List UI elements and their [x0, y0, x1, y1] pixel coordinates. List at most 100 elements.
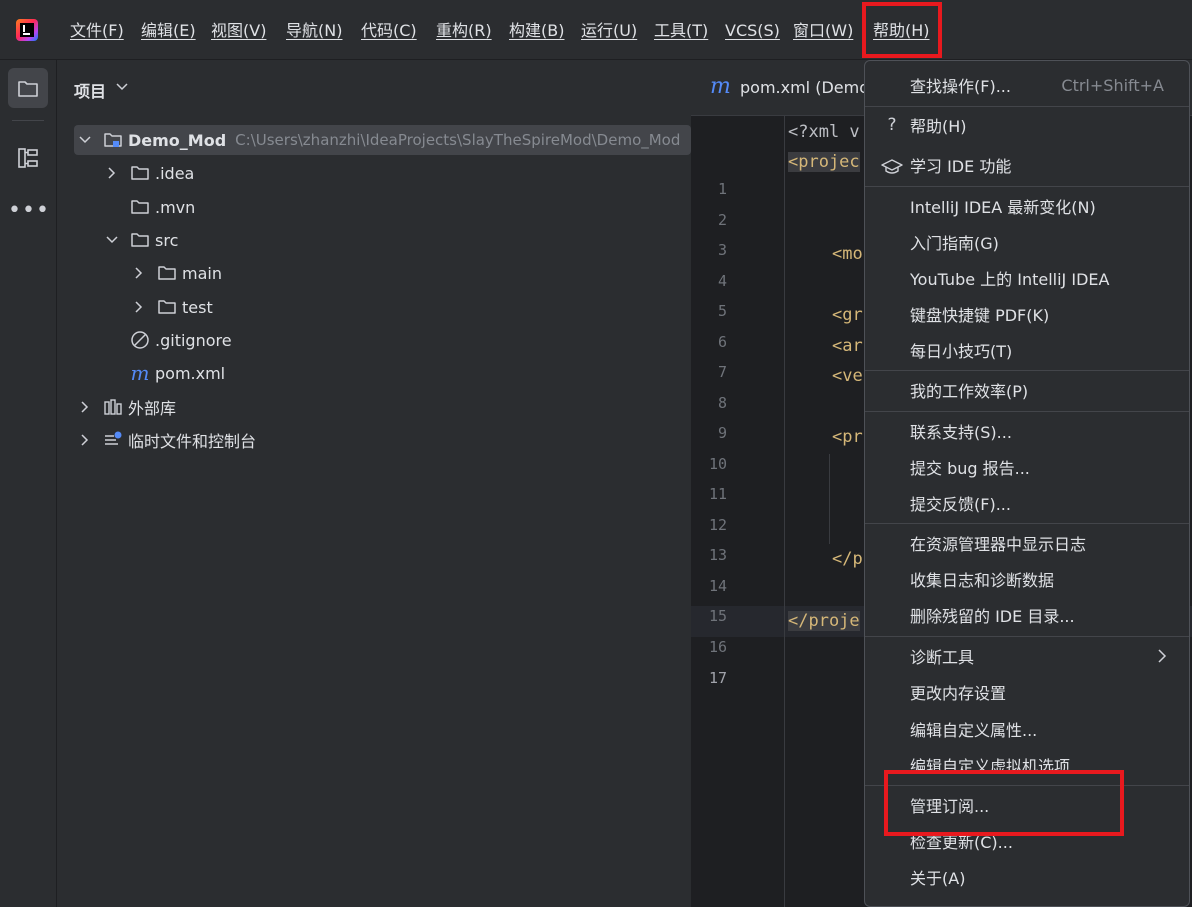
tree-item-label: pom.xml	[155, 363, 226, 383]
menu-item-submit-bug[interactable]: 提交 bug 报告...	[910, 458, 1030, 480]
tree-item-label: .idea	[155, 163, 195, 183]
editor-tab-pom-xml[interactable]: pom.xml (Demo	[740, 78, 869, 97]
line-number: 13	[708, 546, 727, 564]
help-menu-highlight-box	[862, 2, 942, 58]
menu-code[interactable]: 代码(C)	[361, 19, 417, 43]
line-number: 6	[717, 333, 727, 351]
line-number: 7	[717, 363, 727, 381]
menu-separator	[865, 370, 1189, 371]
menu-item-tip-of-day[interactable]: 每日小技巧(T)	[910, 341, 1012, 363]
menu-navigate[interactable]: 导航(N)	[286, 19, 342, 43]
menu-item-delete-leftover[interactable]: 删除残留的 IDE 目录...	[910, 606, 1075, 628]
menu-item-show-log[interactable]: 在资源管理器中显示日志	[910, 534, 1086, 556]
tree-item-idea[interactable]: .idea	[106, 158, 194, 188]
code-line[interactable]: </proje	[788, 611, 860, 631]
chevron-down-icon[interactable]	[79, 134, 91, 146]
indent-guide	[829, 454, 830, 544]
chevron-right-icon[interactable]	[133, 267, 145, 279]
menu-item-contact-support[interactable]: 联系支持(S)...	[910, 422, 1012, 444]
module-folder-icon	[103, 131, 123, 149]
project-tool-button[interactable]	[8, 68, 48, 108]
tree-item-external-libraries[interactable]: 外部库	[79, 392, 176, 422]
menu-item-submit-feedback[interactable]: 提交反馈(F)...	[910, 494, 1011, 516]
tree-item-label: test	[182, 297, 213, 317]
project-path: C:\Users\zhanzhi\IdeaProjects\SlayTheSpi…	[235, 131, 681, 149]
folder-icon	[130, 231, 150, 249]
menu-item-find-action[interactable]: 查找操作(F)...	[910, 76, 1011, 98]
menu-item-diagnostic-tools[interactable]: 诊断工具	[910, 647, 974, 669]
chevron-right-icon[interactable]	[79, 434, 91, 446]
menu-file[interactable]: 文件(F)	[70, 19, 124, 43]
menu-item-whats-new[interactable]: IntelliJ IDEA 最新变化(N)	[910, 197, 1096, 219]
chevron-down-icon[interactable]	[116, 82, 128, 92]
menu-item-productivity[interactable]: 我的工作效率(P)	[910, 381, 1028, 403]
folder-icon	[130, 164, 150, 182]
find-action-shortcut: Ctrl+Shift+A	[1061, 76, 1164, 95]
folder-icon	[130, 198, 150, 216]
code-line[interactable]: <ve	[832, 366, 863, 386]
tree-item-label: .mvn	[155, 197, 196, 217]
intellij-logo-icon[interactable]	[16, 19, 38, 41]
tree-item-scratches[interactable]: 临时文件和控制台	[79, 425, 256, 455]
tool-strip-separator	[12, 120, 44, 121]
tree-item-pom-xml[interactable]: m pom.xml	[106, 358, 226, 388]
menu-run[interactable]: 运行(U)	[581, 19, 637, 43]
menu-item-about[interactable]: 关于(A)	[910, 868, 965, 890]
menu-window[interactable]: 窗口(W)	[793, 19, 853, 43]
chevron-down-icon[interactable]	[106, 234, 118, 246]
chevron-right-icon[interactable]	[106, 167, 118, 179]
menu-separator	[865, 106, 1189, 107]
line-number: 5	[717, 302, 727, 320]
tree-item-src[interactable]: src	[106, 225, 178, 255]
maven-file-icon: m	[130, 361, 150, 385]
menu-vcs[interactable]: VCS(S)	[725, 19, 780, 43]
left-tool-strip: •••	[0, 60, 57, 907]
tree-item-label: 外部库	[128, 399, 177, 418]
line-number: 3	[717, 241, 727, 259]
menu-build[interactable]: 构建(B)	[509, 19, 564, 43]
scratches-icon	[103, 431, 123, 449]
tree-item-test[interactable]: test	[133, 292, 213, 322]
tree-item-mvn[interactable]: .mvn	[106, 192, 195, 222]
menu-separator	[865, 186, 1189, 187]
line-number: 12	[708, 516, 727, 534]
code-line[interactable]: <gr	[832, 305, 863, 325]
structure-icon	[18, 148, 38, 168]
line-number: 17	[708, 669, 727, 687]
code-line[interactable]: <pr	[832, 427, 863, 447]
menu-tools[interactable]: 工具(T)	[654, 19, 708, 43]
code-line[interactable]: </p	[832, 549, 863, 569]
menu-refactor[interactable]: 重构(R)	[436, 19, 492, 43]
line-number: 4	[717, 272, 727, 290]
menu-edit[interactable]: 编辑(E)	[141, 19, 196, 43]
line-number: 14	[708, 577, 727, 595]
menu-item-edit-properties[interactable]: 编辑自定义属性...	[910, 720, 1037, 742]
code-line[interactable]: <projec	[788, 152, 860, 172]
line-number: 2	[717, 211, 727, 229]
menu-item-getting-started[interactable]: 入门指南(G)	[910, 233, 999, 255]
menu-item-collect-logs[interactable]: 收集日志和诊断数据	[910, 570, 1054, 592]
line-number: 16	[708, 638, 727, 656]
menu-item-help[interactable]: 帮助(H)	[910, 116, 967, 138]
project-panel-title[interactable]: 项目	[74, 78, 106, 102]
menu-item-learn-ide[interactable]: 学习 IDE 功能	[910, 156, 1011, 178]
tree-item-demo-mod[interactable]: Demo_Mod C:\Users\zhanzhi\IdeaProjects\S…	[79, 125, 680, 155]
tree-item-main[interactable]: main	[133, 258, 222, 288]
tree-item-gitignore[interactable]: .gitignore	[106, 325, 232, 355]
graduation-cap-icon	[881, 159, 903, 174]
menu-view[interactable]: 视图(V)	[211, 19, 266, 43]
menu-item-change-memory[interactable]: 更改内存设置	[910, 683, 1006, 705]
code-line[interactable]: <?xml v	[788, 122, 860, 142]
menu-item-youtube[interactable]: YouTube 上的 IntelliJ IDEA	[910, 269, 1109, 291]
line-number: 1	[717, 180, 727, 198]
chevron-right-icon[interactable]	[133, 301, 145, 313]
code-line[interactable]: <mo	[832, 244, 863, 264]
structure-tool-button[interactable]	[8, 138, 48, 178]
chevron-right-icon[interactable]	[79, 401, 91, 413]
folder-icon	[157, 298, 177, 316]
manage-subscriptions-highlight-box	[884, 770, 1124, 836]
more-tools-icon[interactable]: •••	[8, 196, 49, 236]
menu-separator	[865, 636, 1189, 637]
menu-item-keymap-pdf[interactable]: 键盘快捷键 PDF(K)	[910, 305, 1049, 327]
code-line[interactable]: <ar	[832, 336, 863, 356]
